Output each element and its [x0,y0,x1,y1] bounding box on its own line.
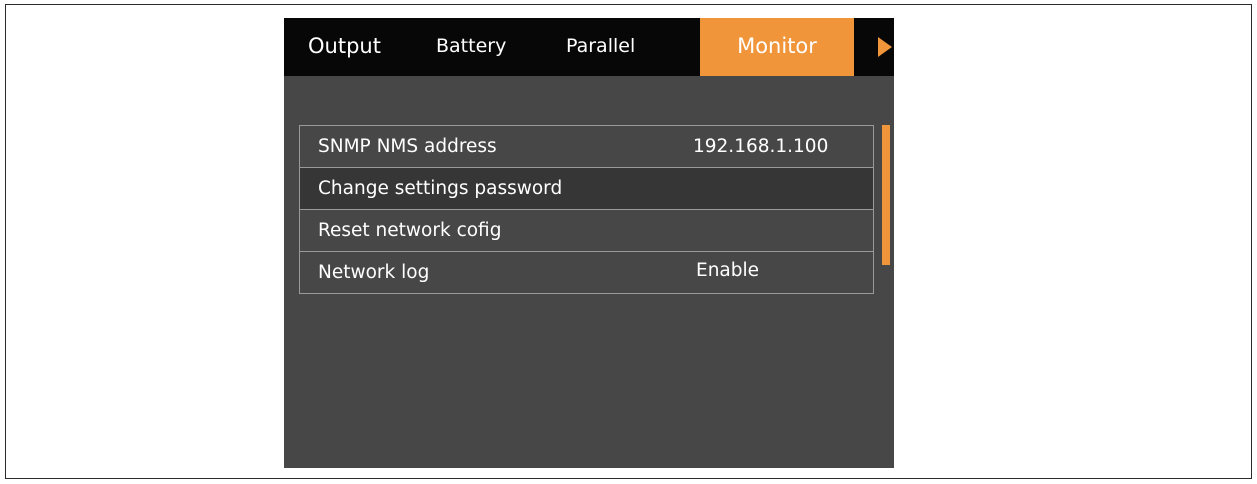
setting-value: 192.168.1.100 [693,136,829,157]
setting-value: Enable [696,260,760,281]
setting-label: Change settings password [318,178,563,199]
setting-label: Network log [318,262,430,283]
device-screen: Output Battery Parallel Monitor SNMP NMS… [284,18,894,468]
tab-monitor[interactable]: Monitor [700,18,854,76]
tab-parallel[interactable]: Parallel [566,18,676,76]
settings-list: SNMP NMS address 192.168.1.100 Change se… [299,125,874,294]
scrollbar[interactable] [882,125,890,265]
tab-output[interactable]: Output [308,18,418,76]
next-tab-button[interactable] [868,18,894,76]
setting-reset-network-config[interactable]: Reset network cofig [300,210,873,252]
tab-battery[interactable]: Battery [436,18,546,76]
setting-label: SNMP NMS address [318,136,497,157]
setting-snmp-nms-address[interactable]: SNMP NMS address 192.168.1.100 [300,126,873,168]
play-arrow-icon [878,37,892,57]
setting-label: Reset network cofig [318,220,502,241]
setting-network-log[interactable]: Network log Enable [300,252,873,293]
setting-change-settings-password[interactable]: Change settings password [300,168,873,210]
tab-bar: Output Battery Parallel Monitor [284,18,894,76]
